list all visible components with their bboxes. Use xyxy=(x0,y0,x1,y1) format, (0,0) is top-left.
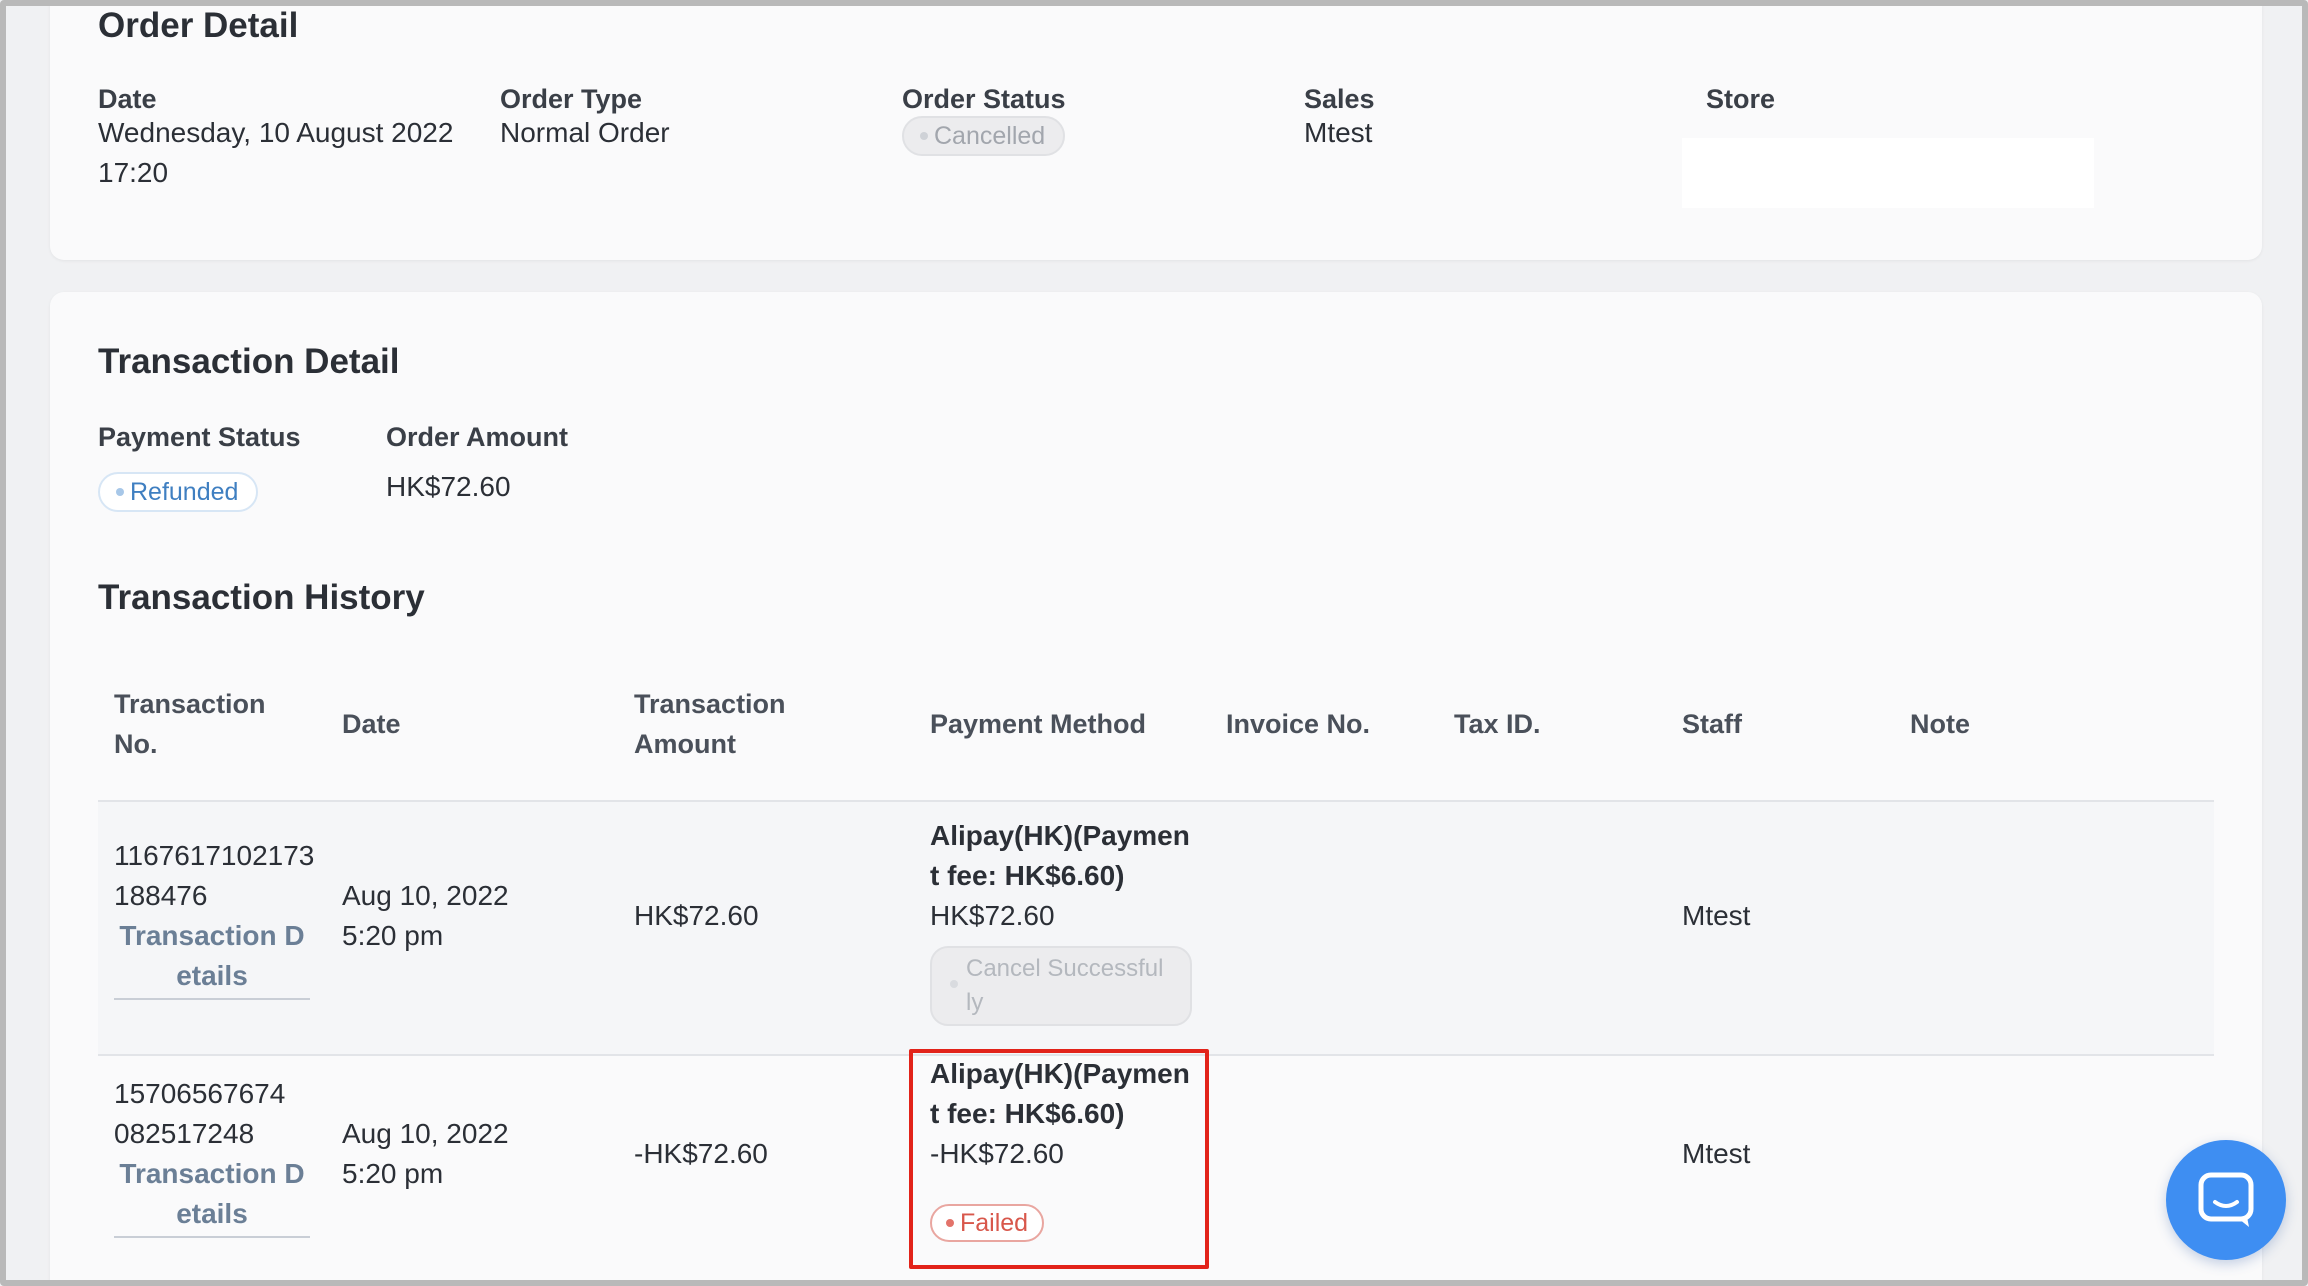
order-amount-value: HK$72.60 xyxy=(386,471,511,502)
chat-button[interactable] xyxy=(2166,1140,2286,1260)
status-dot-icon xyxy=(116,488,124,496)
row2-date-line2: 5:20 pm xyxy=(342,1158,444,1189)
col-payment-method: Payment Method xyxy=(930,709,1147,739)
row2-staff: Mtest xyxy=(1682,1138,1751,1169)
col-transaction-no-line1: Transaction xyxy=(114,689,266,719)
row2-no-line1: 15706567674 xyxy=(114,1078,286,1109)
transaction-history-title: Transaction History xyxy=(98,578,425,617)
row2-no-line2: 082517248 xyxy=(114,1118,255,1149)
row2-details-line2: etails xyxy=(176,1198,248,1229)
col-amount-line2: Amount xyxy=(634,729,736,759)
row2-date: Aug 10, 2022 5:20 pm xyxy=(342,1114,509,1194)
col-transaction-no: Transaction No. xyxy=(114,684,266,764)
payment-status-badge: Refunded xyxy=(98,472,259,512)
col-transaction-no-line2: No. xyxy=(114,729,158,759)
order-status-label: Order Status xyxy=(902,84,1066,114)
row1-details-line1: Transaction D xyxy=(119,920,305,951)
row1-status-badge: Cancel Successful ly xyxy=(930,946,1192,1026)
sales-value: Mtest xyxy=(1304,117,1373,148)
row1-method-line2: t fee: HK$6.60) xyxy=(930,860,1125,891)
row1-date-line2: 5:20 pm xyxy=(342,920,444,951)
status-dot-icon xyxy=(920,132,928,140)
col-staff: Staff xyxy=(1682,709,1742,739)
status-dot-icon xyxy=(950,980,958,988)
order-status-badge: Cancelled xyxy=(902,116,1066,156)
date-value-line1: Wednesday, 10 August 2022 xyxy=(98,117,454,148)
order-amount-label: Order Amount xyxy=(386,422,568,452)
row1-transaction-no: 1167617102173 188476 xyxy=(114,836,314,916)
order-status-value: Cancelled xyxy=(934,121,1046,150)
row1-transaction-details-link[interactable]: Transaction D etails xyxy=(114,916,310,1000)
row1-status-line2: ly xyxy=(966,989,984,1016)
order-type-label: Order Type xyxy=(500,84,643,114)
row2-details-line1: Transaction D xyxy=(119,1158,305,1189)
col-date: Date xyxy=(342,709,401,739)
row1-no-line1: 1167617102173 xyxy=(114,840,315,871)
col-transaction-amount: Transaction Amount xyxy=(634,684,786,764)
row1-date: Aug 10, 2022 5:20 pm xyxy=(342,876,509,956)
date-value-line2: 17:20 xyxy=(98,157,169,188)
transaction-detail-title: Transaction Detail xyxy=(98,342,400,381)
payment-status-value: Refunded xyxy=(130,477,239,506)
row1-staff: Mtest xyxy=(1682,900,1751,931)
row2-transaction-no: 15706567674 082517248 xyxy=(114,1074,285,1154)
row1-date-line1: Aug 10, 2022 xyxy=(342,880,509,911)
col-amount-line1: Transaction xyxy=(634,689,786,719)
row1-method-amount: HK$72.60 xyxy=(930,900,1055,931)
payment-status-label: Payment Status xyxy=(98,422,301,452)
order-type-value: Normal Order xyxy=(500,117,670,148)
row1-details-line2: etails xyxy=(176,960,248,991)
col-invoice-no: Invoice No. xyxy=(1226,709,1371,739)
row1-status-line1: Cancel Successful xyxy=(966,955,1164,982)
row2-amount: -HK$72.60 xyxy=(634,1138,768,1169)
date-label: Date xyxy=(98,84,157,114)
chat-bubble-icon xyxy=(2198,1172,2254,1227)
store-label: Store xyxy=(1706,84,1776,114)
payment-method-highlight xyxy=(909,1049,1209,1269)
row1-payment-method: Alipay(HK)(Paymen t fee: HK$6.60) xyxy=(930,816,1190,896)
row1-no-line2: 188476 xyxy=(114,880,208,911)
store-value-redacted xyxy=(1682,138,2094,208)
col-note: Note xyxy=(1910,709,1970,739)
row2-transaction-details-link[interactable]: Transaction D etails xyxy=(114,1154,310,1238)
order-detail-title: Order Detail xyxy=(98,6,299,45)
row2-date-line1: Aug 10, 2022 xyxy=(342,1118,509,1149)
sales-label: Sales xyxy=(1304,84,1375,114)
order-detail-card: Order Detail Date Wednesday, 10 August 2… xyxy=(50,0,2262,260)
col-tax-id: Tax ID. xyxy=(1454,709,1541,739)
row1-method-line1: Alipay(HK)(Paymen xyxy=(930,820,1190,851)
row1-amount: HK$72.60 xyxy=(634,900,759,931)
